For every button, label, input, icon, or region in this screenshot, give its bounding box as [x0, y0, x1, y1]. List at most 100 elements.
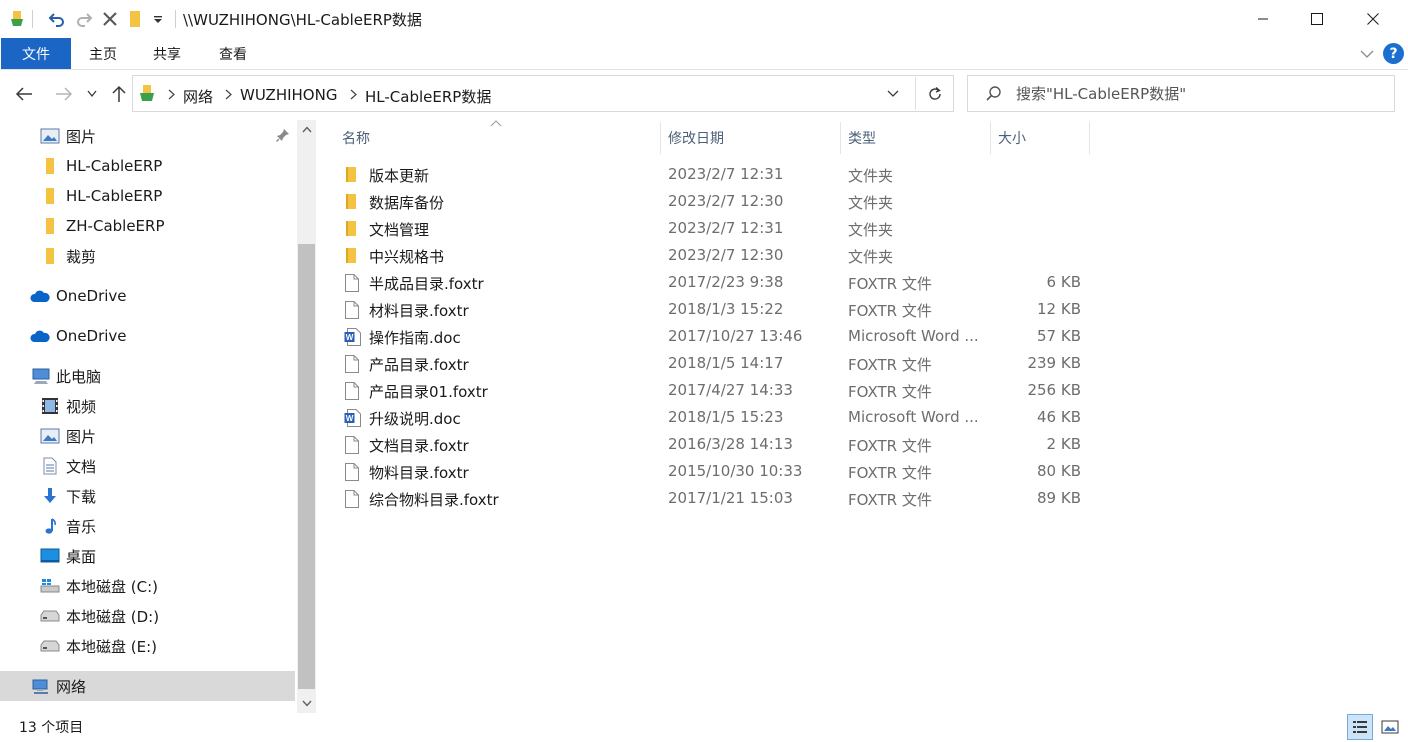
nav-item-desktop[interactable]: 桌面	[0, 541, 295, 571]
nav-item-hl-cableerp-2[interactable]: HL-CableERP	[0, 181, 295, 211]
file-row[interactable]: W 操作指南.doc 2017/10/27 13:46 Microsoft Word …	[336, 323, 1088, 350]
forward-button[interactable]	[52, 82, 76, 106]
nav-item-drive-e[interactable]: 本地磁盘 (E:)	[0, 631, 295, 661]
column-divider[interactable]	[990, 122, 991, 154]
maximize-button[interactable]	[1290, 0, 1344, 38]
column-divider[interactable]	[840, 122, 841, 154]
expand-ribbon-button[interactable]	[1357, 44, 1377, 64]
file-size: 12 KB	[1037, 300, 1081, 318]
file-date-modified: 2017/1/21 15:03	[668, 489, 793, 507]
close-button[interactable]	[1346, 0, 1400, 38]
file-row[interactable]: 综合物料目录.foxtr 2017/1/21 15:03 FOXTR 文件 89 KB	[336, 485, 1088, 512]
file-date-modified: 2023/2/7 12:31	[668, 219, 784, 237]
column-header-name[interactable]: 名称	[342, 122, 660, 154]
file-row[interactable]: 产品目录.foxtr 2018/1/5 14:17 FOXTR 文件 239 KB	[336, 350, 1088, 377]
arrow-left-icon	[15, 87, 32, 101]
help-button[interactable]: ?	[1383, 43, 1404, 64]
svg-text:W: W	[346, 333, 354, 342]
undo-icon[interactable]	[46, 8, 68, 30]
file-row[interactable]: 文档管理 2023/2/7 12:31 文件夹	[336, 215, 1088, 242]
nav-item-onedrive-2[interactable]: OneDrive	[0, 321, 295, 351]
explorer-app-icon[interactable]	[6, 8, 28, 30]
file-type: 文件夹	[848, 248, 894, 266]
folder-icon	[344, 246, 362, 266]
folder-icon	[40, 156, 60, 176]
column-divider[interactable]	[1089, 122, 1090, 154]
nav-item-drive-d[interactable]: 本地磁盘 (D:)	[0, 601, 295, 631]
file-type: FOXTR 文件	[848, 491, 932, 509]
window-title: \\WUZHIHONG\HL-CableERP数据	[183, 11, 422, 29]
search-box[interactable]	[967, 75, 1395, 112]
column-divider[interactable]	[660, 122, 661, 154]
file-type: Microsoft Word ...	[848, 327, 979, 345]
customize-quick-access-icon[interactable]	[147, 8, 169, 30]
documents-icon	[40, 456, 60, 476]
redo-icon[interactable]	[73, 8, 95, 30]
file-row[interactable]: 材料目录.foxtr 2018/1/3 15:22 FOXTR 文件 12 KB	[336, 296, 1088, 323]
back-button[interactable]	[12, 82, 36, 106]
pictures-icon	[40, 426, 60, 446]
breadcrumb-wuzhihong[interactable]: WUZHIHONG	[240, 86, 337, 104]
arrow-up-icon	[112, 85, 126, 102]
downloads-icon	[40, 486, 60, 506]
file-row[interactable]: 版本更新 2023/2/7 12:31 文件夹	[336, 161, 1088, 188]
recent-locations-button[interactable]	[82, 82, 102, 106]
file-row[interactable]: 半成品目录.foxtr 2017/2/23 9:38 FOXTR 文件 6 KB	[336, 269, 1088, 296]
nav-item-network[interactable]: 网络	[0, 671, 295, 701]
file-row[interactable]: 文档目录.foxtr 2016/3/28 14:13 FOXTR 文件 2 KB	[336, 431, 1088, 458]
tab-view[interactable]: 查看	[210, 38, 256, 69]
up-button[interactable]	[107, 82, 131, 106]
breadcrumb-network[interactable]: 网络	[183, 86, 213, 107]
file-row[interactable]: 物料目录.foxtr 2015/10/30 10:33 FOXTR 文件 80 KB	[336, 458, 1088, 485]
file-size: 89 KB	[1037, 489, 1081, 507]
file-row[interactable]: 数据库备份 2023/2/7 12:30 文件夹	[336, 188, 1088, 215]
address-history-button[interactable]	[883, 84, 903, 104]
nav-item-hl-cableerp-1[interactable]: HL-CableERP	[0, 151, 295, 181]
file-row[interactable]: 中兴规格书 2023/2/7 12:30 文件夹	[336, 242, 1088, 269]
nav-item-videos[interactable]: 视频	[0, 391, 295, 421]
nav-item-documents[interactable]: 文档	[0, 451, 295, 481]
address-bar[interactable]: 网络 WUZHIHONG HL-CableERP数据	[132, 75, 954, 112]
file-name: 版本更新	[369, 167, 430, 185]
nav-item-this-pc[interactable]: 此电脑	[0, 361, 295, 391]
nav-label: OneDrive	[56, 327, 127, 345]
search-input[interactable]	[1016, 83, 1376, 105]
details-view-button[interactable]	[1347, 714, 1373, 740]
tab-share[interactable]: 共享	[144, 38, 190, 69]
pin-icon[interactable]	[276, 128, 292, 144]
scroll-thumb[interactable]	[298, 244, 315, 689]
nav-item-music[interactable]: 音乐	[0, 511, 295, 541]
nav-item-zh-cableerp[interactable]: ZH-CableERP	[0, 211, 295, 241]
nav-item-pictures[interactable]: 图片	[0, 421, 295, 451]
chevron-right-icon	[165, 87, 177, 101]
file-row[interactable]: 产品目录01.foxtr 2017/4/27 14:33 FOXTR 文件 256 K…	[336, 377, 1088, 404]
nav-label: 本地磁盘 (D:)	[66, 607, 160, 626]
nav-scrollbar[interactable]	[297, 120, 316, 713]
nav-item-onedrive-1[interactable]: OneDrive	[0, 281, 295, 311]
file-row[interactable]: W 升级说明.doc 2018/1/5 15:23 Microsoft Word ..…	[336, 404, 1088, 431]
scroll-down-button[interactable]	[297, 694, 316, 713]
file-size: 2 KB	[1046, 435, 1081, 453]
nav-item-downloads[interactable]: 下载	[0, 481, 295, 511]
maximize-icon	[1311, 13, 1323, 25]
tab-home[interactable]: 主页	[80, 38, 126, 69]
scroll-up-button[interactable]	[297, 120, 316, 139]
new-folder-icon[interactable]	[124, 8, 146, 30]
breadcrumb-current-folder[interactable]: HL-CableERP数据	[365, 86, 491, 107]
refresh-button[interactable]	[923, 82, 947, 106]
delete-icon[interactable]	[99, 8, 121, 30]
file-type: FOXTR 文件	[848, 302, 932, 320]
column-header-date[interactable]: 修改日期	[668, 122, 840, 154]
nav-item-pictures-pinned[interactable]: 图片	[0, 121, 295, 151]
nav-item-drive-c[interactable]: 本地磁盘 (C:)	[0, 571, 295, 601]
nav-label: 文档	[66, 457, 97, 476]
nav-item-crop[interactable]: 裁剪	[0, 241, 295, 271]
network-icon	[31, 676, 51, 696]
column-header-size[interactable]: 大小	[998, 122, 1088, 154]
nav-label: 图片	[66, 427, 97, 446]
large-icons-view-button[interactable]	[1377, 714, 1403, 740]
minimize-button[interactable]	[1236, 0, 1290, 38]
tab-file[interactable]: 文件	[1, 38, 71, 69]
folder-icon	[344, 192, 362, 212]
column-header-type[interactable]: 类型	[848, 122, 990, 154]
